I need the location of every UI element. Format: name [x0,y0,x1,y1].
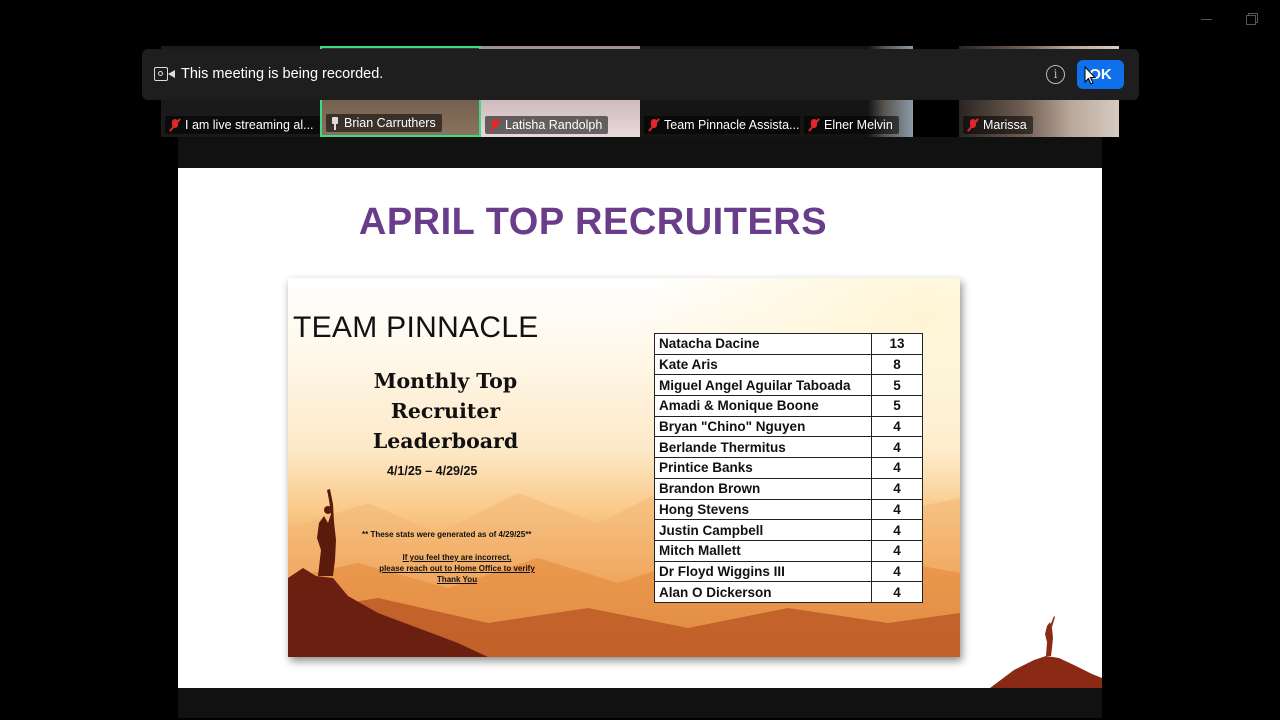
poster-contact-line: please reach out to Home Office to verif… [379,564,535,573]
slide-title: APRIL TOP RECRUITERS [358,201,828,243]
leaderboard-table: Natacha Dacine 13 Kate Aris 8 Miguel Angel A… [654,333,923,603]
poster-heading-line: Monthly Top [373,369,518,393]
recruit-count: 13 [871,333,923,355]
poster-heading-line: Recruiter [390,399,501,423]
participant-name: Marissa [983,118,1027,132]
leaderboard-row: Kate Aris 8 [654,353,923,376]
poster-contact-line: Thank You [436,575,478,584]
recruiter-name: Dr Floyd Wiggins III [654,560,872,583]
poster-team-name: TEAM PINNACLE [293,311,539,344]
poster-contact-line: If you feel they are incorrect, [402,553,512,562]
mic-muted-icon [808,118,820,132]
recruiter-name: Alan O Dickerson [654,581,872,603]
recruiter-name: Mitch Mallett [654,539,872,562]
mic-muted-icon [169,118,181,132]
leaderboard-row: Hong Stevens 4 [654,498,923,521]
leaderboard-row: Natacha Dacine 13 [654,333,923,355]
leaderboard-row: Mitch Mallett 4 [654,539,923,562]
recruit-count: 4 [871,457,923,479]
recording-camera-icon [154,67,175,81]
poster-heading: Monthly Top Recruiter Leaderboard [343,366,548,456]
recruit-count: 4 [871,519,923,541]
shared-slide: APRIL TOP RECRUITERS TEAM PINNACLE Month… [178,168,1102,688]
recruiter-name: Amadi & Monique Boone [654,395,872,417]
recruiter-name: Printice Banks [654,457,872,479]
mic-muted-icon [648,118,660,132]
mic-muted-icon [967,118,979,132]
participant-name-tag: Latisha Randolph [485,116,609,134]
participant-name-tag: Marissa [963,116,1033,134]
participant-name: Team Pinnacle Assista... [664,118,800,132]
leaderboard-row: Amadi & Monique Boone 5 [654,395,923,417]
recruit-count: 5 [871,395,923,417]
leaderboard-row: Alan O Dickerson 4 [654,581,923,603]
recruit-count: 4 [871,539,923,562]
participant-name: I am live streaming al... [185,118,314,132]
mic-muted-icon [489,118,501,132]
recruit-count: 4 [871,415,923,438]
recruit-count: 4 [871,560,923,583]
recording-message: This meeting is being recorded. [181,66,384,82]
participant-name-tag: Elner Melvin [804,116,899,134]
recruiter-name: Miguel Angel Aguilar Taboada [654,374,872,397]
poster-date-range: 4/1/25 – 4/29/25 [387,464,478,478]
leaderboard-row: Brandon Brown 4 [654,477,923,500]
info-icon[interactable]: i [1046,65,1065,84]
recruiter-name: Justin Campbell [654,519,872,541]
poster-contact-note: If you feel they are incorrect, please r… [372,552,542,585]
leaderboard-row: Miguel Angel Aguilar Taboada 5 [654,374,923,397]
recruiter-name: Berlande Thermitus [654,436,872,459]
recruit-count: 4 [871,436,923,459]
leaderboard-row: Berlande Thermitus 4 [654,436,923,459]
shared-screen-bottom-margin [178,688,1102,718]
recruiter-name: Natacha Dacine [654,333,872,355]
leaderboard-row: Justin Campbell 4 [654,519,923,541]
recruiter-name: Bryan "Chino" Nguyen [654,415,872,438]
recruit-count: 4 [871,581,923,603]
leaderboard-row: Dr Floyd Wiggins III 4 [654,560,923,583]
mouse-cursor-icon [1084,66,1096,85]
participant-name-tag: I am live streaming al... [165,116,320,134]
recruiter-name: Brandon Brown [654,477,872,500]
recruit-count: 4 [871,477,923,500]
shared-screen-top-margin [178,137,1102,168]
climber-silhouette-graphic [990,616,1102,688]
pin-icon [330,116,340,130]
leaderboard-poster: TEAM PINNACLE Monthly Top Recruiter Lead… [288,278,960,657]
participant-name: Latisha Randolph [505,118,603,132]
recruiter-name: Hong Stevens [654,498,872,521]
recruit-count: 4 [871,498,923,521]
participant-name: Brian Carruthers [344,116,436,130]
recording-notification-banner: This meeting is being recorded. i OK [142,49,1139,100]
poster-stats-note: ** These stats were generated as of 4/29… [362,530,532,539]
participant-name: Elner Melvin [824,118,893,132]
leaderboard-row: Printice Banks 4 [654,457,923,479]
recruit-count: 5 [871,374,923,397]
recruit-count: 8 [871,353,923,376]
participant-name-tag: Brian Carruthers [326,114,442,132]
leaderboard-row: Bryan "Chino" Nguyen 4 [654,415,923,438]
restore-button[interactable] [1245,12,1259,26]
poster-heading-line: Leaderboard [372,429,519,453]
recruiter-name: Kate Aris [654,353,872,376]
minimize-button[interactable] [1200,12,1214,26]
participant-name-tag: Team Pinnacle Assista... [644,116,800,134]
